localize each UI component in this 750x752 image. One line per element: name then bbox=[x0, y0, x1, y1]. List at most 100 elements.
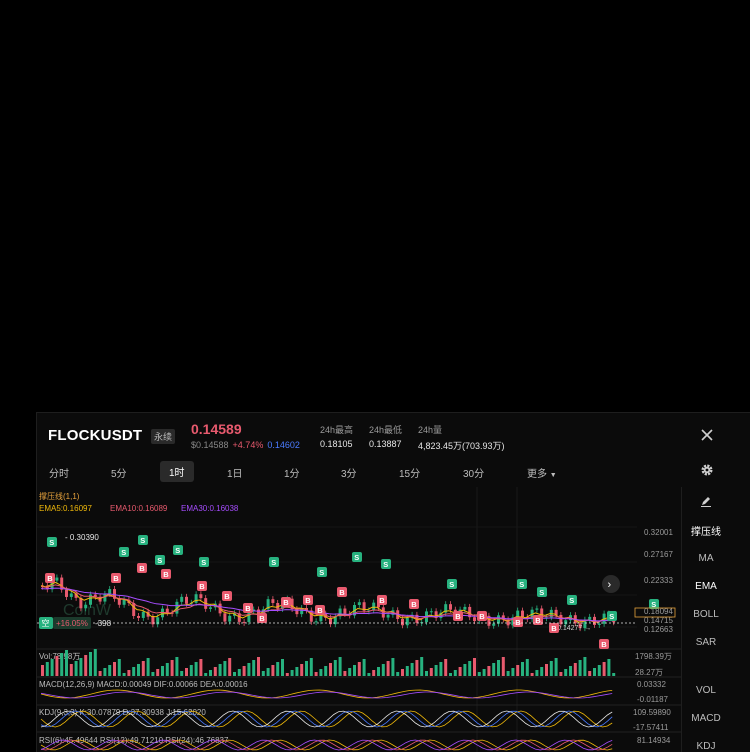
volume-bar bbox=[305, 661, 308, 676]
volume-bar bbox=[569, 666, 572, 676]
volume-bar bbox=[132, 667, 136, 676]
ticker-header: FLOCKUSDT 永续 0.14589 $0.14588 +4.74% 0.146… bbox=[37, 413, 750, 457]
candle-body bbox=[108, 589, 112, 594]
tab-timeframe-1h[interactable]: 1时 bbox=[160, 461, 194, 482]
tab-timeframe-time[interactable]: 分时 bbox=[49, 465, 69, 480]
volume-bar bbox=[146, 658, 150, 676]
candle-body bbox=[372, 602, 376, 611]
volume-bar bbox=[511, 668, 515, 676]
buy-marker-label: B bbox=[245, 604, 251, 613]
rsi-tick: 81.14934 bbox=[637, 736, 671, 745]
tab-timeframe-5m[interactable]: 5分 bbox=[111, 465, 127, 480]
sell-marker-label: S bbox=[569, 596, 574, 605]
volume-bar bbox=[545, 664, 548, 676]
kline-chart[interactable]: 撑压线(1,1) EMA5:0.16097 EMA10:0.16089 EMA30:0… bbox=[37, 487, 681, 752]
chart-panel: FLOCKUSDT 永续 0.14589 $0.14588 +4.74% 0.146… bbox=[36, 412, 750, 752]
macd-tick: -0.01187 bbox=[637, 695, 669, 704]
macd-dea-line bbox=[40, 691, 613, 699]
candle-body bbox=[84, 604, 88, 609]
settings-gear-icon[interactable] bbox=[700, 463, 714, 477]
buy-marker-label: B bbox=[305, 596, 311, 605]
volume-bar bbox=[223, 661, 227, 676]
last-price: 0.14589 bbox=[191, 421, 242, 437]
volume-bar bbox=[540, 667, 544, 676]
mark-price: 0.14602 bbox=[267, 440, 300, 450]
y-tick-label: 0.12663 bbox=[644, 625, 673, 634]
volume-bar bbox=[482, 669, 486, 676]
volume-bar bbox=[473, 658, 476, 676]
candle-body bbox=[69, 593, 73, 597]
tab-timeframe-more[interactable]: 更多 ▼ bbox=[527, 465, 557, 480]
volume-bar bbox=[401, 669, 404, 676]
pencil-icon[interactable] bbox=[700, 495, 712, 507]
chevron-right-icon: › bbox=[608, 579, 612, 591]
tool-sar[interactable]: SAR bbox=[682, 637, 730, 648]
sub-price-row: $0.14588 +4.74% 0.14602 bbox=[191, 440, 300, 450]
position-qty: -398 bbox=[95, 619, 112, 628]
y-tick-label: 0.27167 bbox=[644, 550, 673, 559]
volume-tick: 1798.39万 bbox=[635, 652, 672, 661]
tool-vol[interactable]: VOL bbox=[682, 685, 730, 696]
volume-bar bbox=[55, 656, 59, 676]
volume-bar bbox=[84, 655, 88, 676]
candle-body bbox=[209, 607, 212, 609]
buy-marker-label: B bbox=[551, 624, 557, 633]
close-icon[interactable] bbox=[699, 427, 715, 443]
volume-bar bbox=[530, 673, 534, 676]
caret-down-icon: ▼ bbox=[549, 472, 557, 479]
position-pnl: +16.05% bbox=[56, 619, 88, 628]
volume-bar bbox=[367, 673, 371, 676]
tool-support-resistance[interactable]: 撑压线 bbox=[682, 523, 730, 538]
tool-ema[interactable]: EMA bbox=[682, 581, 730, 592]
macd-tick: 0.03332 bbox=[637, 680, 666, 689]
candle-body bbox=[132, 602, 136, 616]
tool-macd[interactable]: MACD bbox=[682, 713, 730, 724]
volume-bar bbox=[573, 663, 577, 676]
candle-body bbox=[103, 593, 107, 602]
volume-bar bbox=[213, 667, 217, 676]
volume-bar bbox=[252, 660, 256, 676]
buy-marker-label: B bbox=[379, 596, 385, 605]
stat-24h-high: 24h最高 0.18105 bbox=[320, 425, 354, 449]
tool-kdj[interactable]: KDJ bbox=[682, 741, 730, 752]
volume-bar bbox=[276, 662, 280, 676]
tab-timeframe-3m[interactable]: 3分 bbox=[341, 465, 357, 480]
volume-bar bbox=[74, 661, 78, 676]
volume-bar bbox=[391, 658, 395, 676]
sell-marker-label: S bbox=[201, 558, 206, 567]
volume-bar bbox=[41, 665, 44, 676]
tab-timeframe-1d[interactable]: 1日 bbox=[227, 465, 243, 480]
tab-timeframe-15m[interactable]: 15分 bbox=[399, 465, 420, 480]
volume-bar bbox=[410, 663, 414, 676]
tool-boll[interactable]: BOLL bbox=[682, 609, 730, 620]
volume-bar bbox=[583, 657, 587, 676]
volume-bar bbox=[343, 671, 347, 676]
candle-body bbox=[597, 623, 601, 625]
volume-bar bbox=[242, 666, 246, 676]
symbol-title[interactable]: FLOCKUSDT bbox=[48, 427, 142, 444]
candle-body bbox=[199, 594, 203, 599]
buy-marker-label: B bbox=[283, 598, 289, 607]
volume-bar bbox=[415, 660, 419, 676]
sell-marker-label: S bbox=[319, 568, 324, 577]
volume-bar bbox=[516, 665, 520, 676]
candle-body bbox=[449, 604, 452, 610]
volume-bar bbox=[228, 658, 232, 676]
volume-bar bbox=[357, 662, 361, 676]
buy-marker-label: B bbox=[259, 614, 265, 623]
volume-bar bbox=[122, 673, 126, 676]
candle-body bbox=[381, 607, 385, 618]
sell-marker-label: S bbox=[609, 612, 614, 621]
volume-bar bbox=[189, 665, 193, 676]
volume-bar bbox=[199, 659, 203, 676]
volume-bar bbox=[468, 661, 472, 676]
volume-bar bbox=[405, 666, 409, 676]
macd-dif-line bbox=[40, 689, 613, 699]
tool-ma[interactable]: MA bbox=[682, 553, 730, 564]
buy-marker-label: B bbox=[47, 574, 53, 583]
tab-timeframe-1min[interactable]: 1分 bbox=[284, 465, 300, 480]
volume-bar bbox=[170, 660, 174, 676]
kline-chart-svg[interactable]: 撑压线(1,1) EMA5:0.16097 EMA10:0.16089 EMA30:0… bbox=[37, 487, 681, 752]
candle-body bbox=[141, 611, 145, 618]
tab-timeframe-30m[interactable]: 30分 bbox=[463, 465, 484, 480]
